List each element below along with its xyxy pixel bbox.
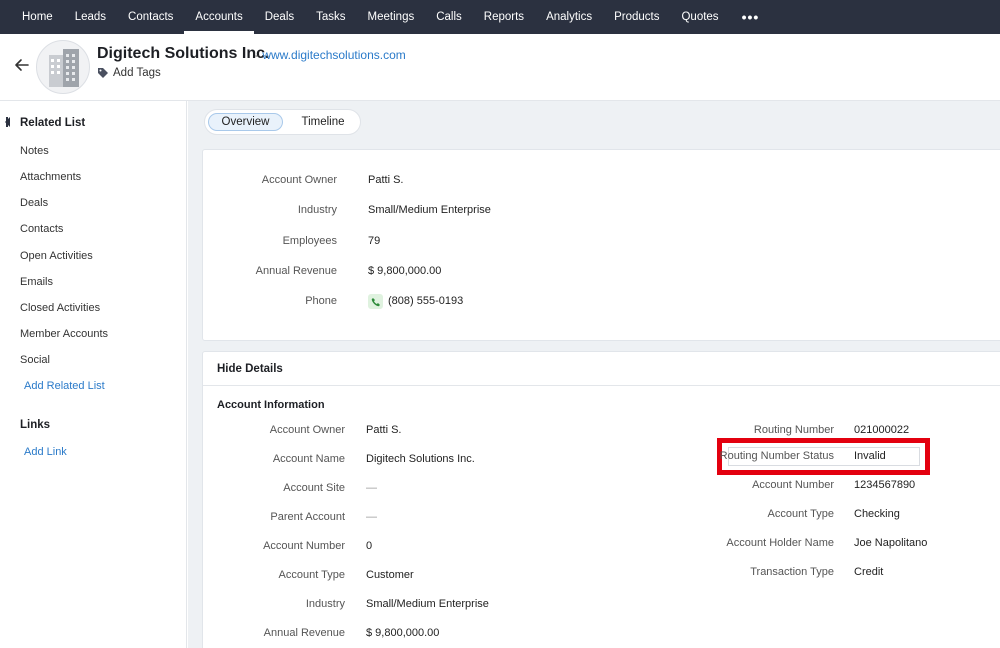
sidebar-item-emails[interactable]: Emails bbox=[20, 276, 53, 288]
field-value: Joe Napolitano bbox=[854, 537, 928, 549]
field-value: Credit bbox=[854, 566, 884, 578]
sidebar-item-deals[interactable]: Deals bbox=[20, 197, 48, 209]
field-label: Routing Number Status bbox=[719, 450, 834, 462]
account-avatar bbox=[36, 40, 90, 94]
summary-value: 79 bbox=[368, 235, 381, 247]
summary-value: $ 9,800,000.00 bbox=[368, 265, 442, 277]
nav-tab-products[interactable]: Products bbox=[603, 0, 670, 34]
tab-overview[interactable]: Overview bbox=[208, 113, 283, 131]
top-nav: Home Leads Contacts Accounts Deals Tasks… bbox=[0, 0, 1000, 34]
nav-tab-contacts[interactable]: Contacts bbox=[117, 0, 184, 34]
phone-icon[interactable] bbox=[368, 294, 383, 309]
add-tags-label: Add Tags bbox=[113, 67, 161, 79]
field-label: Account Holder Name bbox=[726, 537, 834, 549]
summary-label: Account Owner bbox=[261, 174, 337, 186]
view-switcher: Overview Timeline bbox=[204, 109, 361, 135]
summary-value: Patti S. bbox=[368, 174, 404, 186]
sidebar-item-contacts[interactable]: Contacts bbox=[20, 223, 63, 235]
sidebar-item-closed-activities[interactable]: Closed Activities bbox=[20, 302, 100, 314]
back-arrow-icon[interactable] bbox=[13, 56, 31, 74]
sidebar-item-member-accounts[interactable]: Member Accounts bbox=[20, 328, 108, 340]
nav-tab-reports[interactable]: Reports bbox=[473, 0, 535, 34]
summary-label: Employees bbox=[282, 235, 337, 247]
sidebar-item-social[interactable]: Social bbox=[20, 354, 50, 366]
related-sidebar: Related List Notes Attachments Deals Con… bbox=[0, 101, 187, 648]
field-value: 021000022 bbox=[854, 424, 910, 436]
nav-tab-tasks[interactable]: Tasks bbox=[305, 0, 356, 34]
add-related-list-link[interactable]: Add Related List bbox=[24, 380, 105, 392]
field-label: Account Number bbox=[752, 479, 834, 491]
field-label: Transaction Type bbox=[750, 566, 834, 578]
nav-tab-deals[interactable]: Deals bbox=[254, 0, 305, 34]
phone-value[interactable]: (808) 555-0193 bbox=[388, 295, 463, 307]
sidebar-item-open-activities[interactable]: Open Activities bbox=[20, 250, 93, 262]
building-icon bbox=[49, 49, 79, 87]
nav-tab-accounts[interactable]: Accounts bbox=[184, 0, 255, 34]
nav-tab-home[interactable]: Home bbox=[11, 0, 64, 34]
summary-label: Industry bbox=[297, 204, 337, 216]
nav-tab-calls[interactable]: Calls bbox=[425, 0, 473, 34]
title-separator: - bbox=[255, 48, 259, 62]
field-label: Routing Number bbox=[753, 424, 834, 436]
tab-timeline[interactable]: Timeline bbox=[290, 113, 356, 131]
routing-status-value: Invalid bbox=[854, 450, 886, 462]
nav-tab-analytics[interactable]: Analytics bbox=[535, 0, 603, 34]
field-value: Checking bbox=[854, 508, 900, 520]
nav-tab-leads[interactable]: Leads bbox=[64, 0, 117, 34]
account-name-title: Digitech Solutions Inc. bbox=[97, 45, 270, 62]
sidebar-item-attachments[interactable]: Attachments bbox=[20, 171, 81, 183]
record-header: Digitech Solutions Inc. - www.digitechso… bbox=[0, 34, 1000, 101]
details-card: Hide Details Account Information Account… bbox=[202, 351, 1000, 648]
nav-tab-quotes[interactable]: Quotes bbox=[670, 0, 729, 34]
main-content: Overview Timeline Account Owner Industry… bbox=[188, 101, 1000, 648]
summary-label: Phone bbox=[305, 295, 337, 307]
links-title: Links bbox=[20, 419, 51, 431]
field-label: Account Type bbox=[767, 508, 834, 520]
summary-card: Account Owner Industry Employees Annual … bbox=[202, 149, 1000, 341]
tag-icon bbox=[98, 68, 108, 78]
related-list-title: Related List bbox=[20, 117, 86, 129]
summary-label: Annual Revenue bbox=[255, 265, 337, 277]
summary-value: Small/Medium Enterprise bbox=[368, 204, 491, 216]
nav-tab-meetings[interactable]: Meetings bbox=[357, 0, 426, 34]
sidebar-item-notes[interactable]: Notes bbox=[20, 145, 49, 157]
website-link[interactable]: www.digitechsolutions.com bbox=[262, 48, 405, 62]
add-link-link[interactable]: Add Link bbox=[24, 446, 67, 458]
field-value: 1234567890 bbox=[854, 479, 916, 491]
more-horizontal-icon[interactable]: ••• bbox=[730, 0, 772, 34]
add-tags-button[interactable]: Add Tags bbox=[97, 67, 161, 79]
collapse-marker-icon[interactable] bbox=[5, 117, 10, 127]
website-wrap: - www.digitechsolutions.com bbox=[255, 48, 406, 62]
